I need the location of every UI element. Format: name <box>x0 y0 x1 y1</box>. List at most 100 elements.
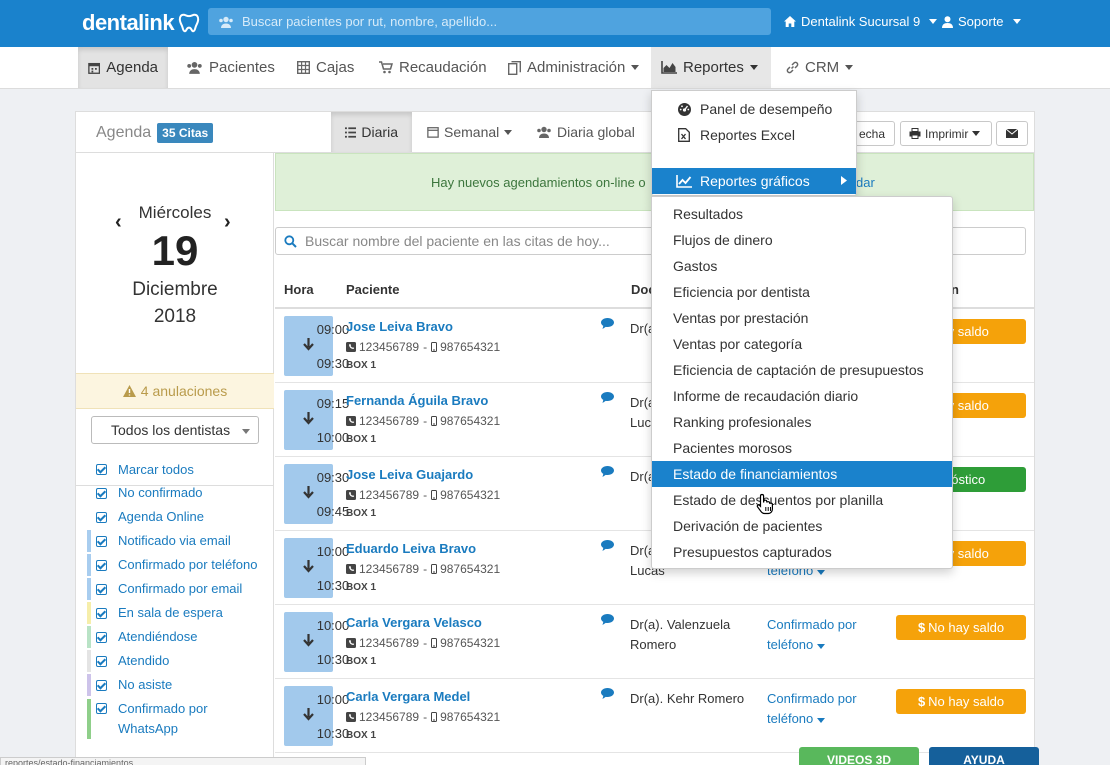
saldo-badge[interactable]: $ No hay saldo <box>896 689 1026 714</box>
nav-crm[interactable]: CRM <box>776 47 863 88</box>
comment-icon[interactable] <box>601 540 614 551</box>
dentalink-logo[interactable]: dentalink <box>82 10 200 36</box>
status-filter-checkbox[interactable]: Atendiéndose <box>76 625 274 649</box>
brand-name: dentalink <box>82 10 175 35</box>
menu-panel-desempeno[interactable]: Panel de desempeño <box>652 96 856 122</box>
patient-name-link[interactable]: Eduardo Leiva Bravo <box>346 541 476 556</box>
time-box[interactable]: 09:30 09:45 <box>284 464 349 524</box>
saldo-badge[interactable]: $ No hay saldo <box>896 615 1026 640</box>
submenu-item[interactable]: Ventas por categoría <box>652 331 952 357</box>
branch-selector[interactable]: Dentalink Sucursal 9 <box>784 14 938 29</box>
submenu-item[interactable]: Estado de financiamientos <box>652 461 952 487</box>
tab-diaria-global[interactable]: Diaria global <box>522 112 649 152</box>
submenu-item[interactable]: Flujos de dinero <box>652 227 952 253</box>
status-filter-checkbox[interactable]: No asiste <box>76 673 274 697</box>
main-nav: Agenda Pacientes Cajas Recaudación Admin… <box>0 47 1110 89</box>
time-box[interactable]: 10:00 10:30 <box>284 538 349 598</box>
chevron-down-icon <box>816 644 825 649</box>
submenu-item[interactable]: Resultados <box>652 201 952 227</box>
submenu-item[interactable]: Derivación de pacientes <box>652 513 952 539</box>
status-filter-checkbox[interactable]: En sala de espera <box>76 601 274 625</box>
patient-search-input[interactable] <box>242 14 762 29</box>
imprimir-button[interactable]: Imprimir <box>900 121 992 146</box>
time-box[interactable]: 09:15 10:00 <box>284 390 349 450</box>
ayuda-button[interactable]: AYUDA <box>929 747 1039 765</box>
table-row[interactable]: 10:00 10:30 Carla Vergara Velasco 123456789… <box>275 605 1034 679</box>
submenu-item[interactable]: Ranking profesionales <box>652 409 952 435</box>
status-filter-checkbox[interactable]: Atendido <box>76 649 274 673</box>
table-icon <box>297 61 310 74</box>
status-filter-checkbox[interactable]: No confirmado <box>76 481 274 505</box>
anulaciones-link[interactable]: 4 anulaciones <box>76 373 274 409</box>
patient-name-link[interactable]: Fernanda Águila Bravo <box>346 393 488 408</box>
nav-cajas[interactable]: Cajas <box>287 47 364 88</box>
print-icon <box>909 128 921 139</box>
filter-label: Atendiéndose <box>118 629 198 644</box>
patient-name-link[interactable]: Jose Leiva Bravo <box>346 319 453 334</box>
patient-name-link[interactable]: Carla Vergara Velasco <box>346 615 482 630</box>
reportes-dropdown: Panel de desempeño Reportes Excel Report… <box>651 90 857 196</box>
videos-3d-button[interactable]: VIDEOS 3D <box>799 747 919 765</box>
status-filter-checkbox[interactable]: Confirmado por teléfono <box>76 553 274 577</box>
area-chart-icon <box>661 61 677 74</box>
status-color-bar <box>87 602 91 624</box>
dentist-select[interactable]: Todos los dentistas <box>91 416 259 444</box>
patient-name-link[interactable]: Jose Leiva Guajardo <box>346 467 473 482</box>
status-filter-checkbox[interactable]: Notificado via email <box>76 529 274 553</box>
submenu-item[interactable]: Estado de descuentos por planilla <box>652 487 952 513</box>
submenu-item[interactable]: Informe de recaudación diario <box>652 383 952 409</box>
arrow-down-icon <box>303 338 314 351</box>
nav-reportes[interactable]: Reportes <box>651 47 771 88</box>
checkbox-icon <box>96 703 107 714</box>
filter-label: Confirmado por WhatsApp <box>118 701 208 736</box>
nav-pacientes[interactable]: Pacientes <box>176 47 285 88</box>
submenu-item[interactable]: Pacientes morosos <box>652 435 952 461</box>
nav-administracion[interactable]: Administración <box>498 47 649 88</box>
checkbox-icon <box>96 487 107 499</box>
comment-icon[interactable] <box>601 318 614 329</box>
time-box[interactable]: 10:00 10:30 <box>284 686 349 746</box>
submenu-item[interactable]: Ventas por prestación <box>652 305 952 331</box>
time-box[interactable]: 10:00 10:30 <box>284 612 349 672</box>
comment-icon[interactable] <box>601 392 614 403</box>
patient-search-bar[interactable] <box>208 8 771 35</box>
status-filter-checkbox[interactable]: Confirmado por email <box>76 577 274 601</box>
menu-reportes-excel[interactable]: Reportes Excel <box>652 122 856 148</box>
submenu-item[interactable]: Presupuestos capturados <box>652 539 952 565</box>
alert-link[interactable]: dar <box>856 175 875 190</box>
email-button[interactable] <box>996 121 1028 146</box>
mobile-icon <box>431 490 438 500</box>
confirmation-status[interactable]: Confirmado por teléfono <box>767 689 887 729</box>
submenu-item[interactable]: Gastos <box>652 253 952 279</box>
tab-semanal[interactable]: Semanal <box>413 112 526 152</box>
time-box[interactable]: 09:00 09:30 <box>284 316 349 376</box>
branch-name: Dentalink Sucursal 9 <box>801 14 921 29</box>
month-name: Diciembre <box>132 279 218 300</box>
status-bar: reportes/estado-financiamientos <box>0 757 366 765</box>
comment-icon[interactable] <box>601 466 614 477</box>
patient-name-link[interactable]: Carla Vergara Medel <box>346 689 470 704</box>
status-filter-checkbox[interactable]: Agenda Online <box>76 505 274 529</box>
tab-diaria[interactable]: Diaria <box>331 112 412 152</box>
link-icon <box>786 61 799 74</box>
comment-icon[interactable] <box>601 688 614 699</box>
user-menu[interactable]: Soporte <box>942 14 1021 29</box>
status-filter-checkbox[interactable]: Confirmado por WhatsApp <box>76 697 274 741</box>
table-row[interactable]: 10:00 10:30 Carla Vergara Medel 123456789-9… <box>275 679 1034 753</box>
submenu-item[interactable]: Eficiencia de captación de presupuestos <box>652 357 952 383</box>
patient-phones: 123456789-987654321 <box>346 636 500 650</box>
submenu-item[interactable]: Eficiencia por dentista <box>652 279 952 305</box>
mobile-icon <box>431 712 438 722</box>
comment-icon[interactable] <box>601 614 614 625</box>
filter-label: Atendido <box>118 653 170 668</box>
confirmation-status[interactable]: Confirmado por teléfono <box>767 615 887 655</box>
menu-reportes-graficos[interactable]: Reportes gráficos <box>652 168 856 194</box>
nav-agenda[interactable]: Agenda <box>78 47 168 88</box>
fecha-button[interactable]: echa <box>851 121 895 146</box>
marcar-todos-checkbox[interactable]: Marcar todos <box>76 457 274 481</box>
filter-label: En sala de espera <box>118 605 223 620</box>
box-label: BOX 1 <box>346 360 377 371</box>
hand-cursor-icon <box>756 493 773 515</box>
nav-recaudacion[interactable]: Recaudación <box>369 47 497 88</box>
chevron-down-icon <box>242 429 250 434</box>
